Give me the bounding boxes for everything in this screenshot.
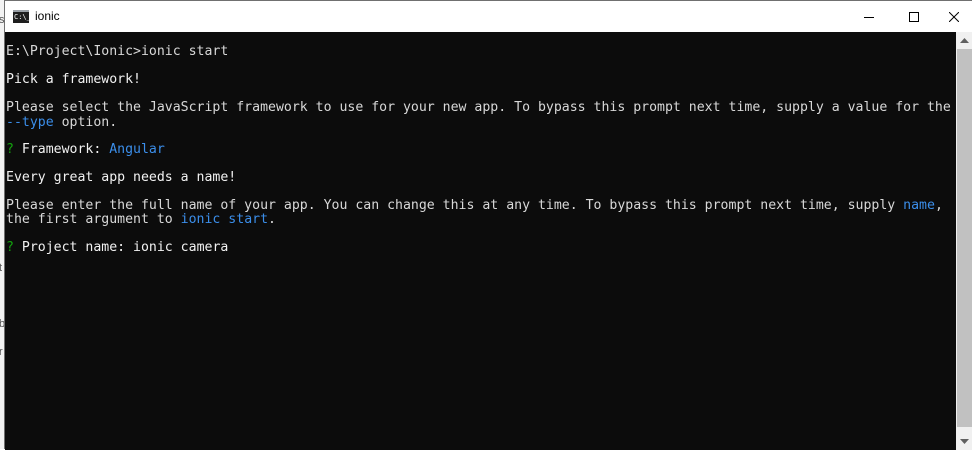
console-line: Please enter the full name of your app. … [6,199,943,213]
console-text: ionic start [180,212,269,227]
console-line: Every great app needs a name! [6,171,236,185]
console-text: Please select the JavaScript framework t… [6,100,951,115]
console-text: ionic camera [133,240,229,255]
console-text: Angular [109,142,165,157]
title-bar[interactable]: C:\_ ionic [5,1,972,32]
console-text: option. [53,115,118,130]
chevron-up-icon [960,38,969,43]
chevron-down-icon [960,439,969,444]
console-text: E:\Project\Ionic>ionic start [6,44,229,59]
console-line: ? Framework: Angular [6,143,165,157]
console-app-icon[interactable]: C:\_ [13,10,31,23]
console-line: the first argument to ionic start. [6,213,276,227]
background-fragment: t [0,262,3,274]
console-text: . [268,212,276,227]
console-line: ? Project name: ionic camera [6,241,228,255]
console-window: C:\_ ionic E:\Project\Ionic>ionic start P… [4,0,972,450]
maximize-button[interactable] [891,1,936,32]
console-output[interactable]: E:\Project\Ionic>ionic start Pick a frame… [5,32,956,450]
console-line: --type option. [6,116,117,130]
minimize-button[interactable] [846,1,891,32]
window-title: ionic [35,9,60,23]
close-button[interactable] [936,1,972,32]
console-line: E:\Project\Ionic>ionic start [6,45,228,59]
console-text: Every great app needs a name! [6,170,237,185]
console-text: ? [6,240,14,255]
background-fragment: r [0,346,3,358]
console-text: Pick a framework! [6,72,141,87]
console-text: Project name: [13,240,134,255]
console-text: Framework: [13,142,110,157]
scroll-down-button[interactable] [956,433,972,450]
scroll-up-button[interactable] [956,32,972,49]
console-text: name [903,198,935,213]
maximize-icon [908,11,919,22]
minimize-icon [863,16,874,18]
console-text: ? [6,142,14,157]
console-text: --type [6,115,54,130]
console-line: Please select the JavaScript framework t… [6,101,951,115]
console-text: Please enter the full name of your app. … [6,198,904,213]
console-text: the first argument to [6,212,181,227]
console-text: , [934,198,943,213]
close-icon [949,11,959,22]
vertical-scrollbar[interactable] [956,32,972,450]
console-line: Pick a framework! [6,73,141,87]
scrollbar-thumb[interactable] [957,49,972,427]
